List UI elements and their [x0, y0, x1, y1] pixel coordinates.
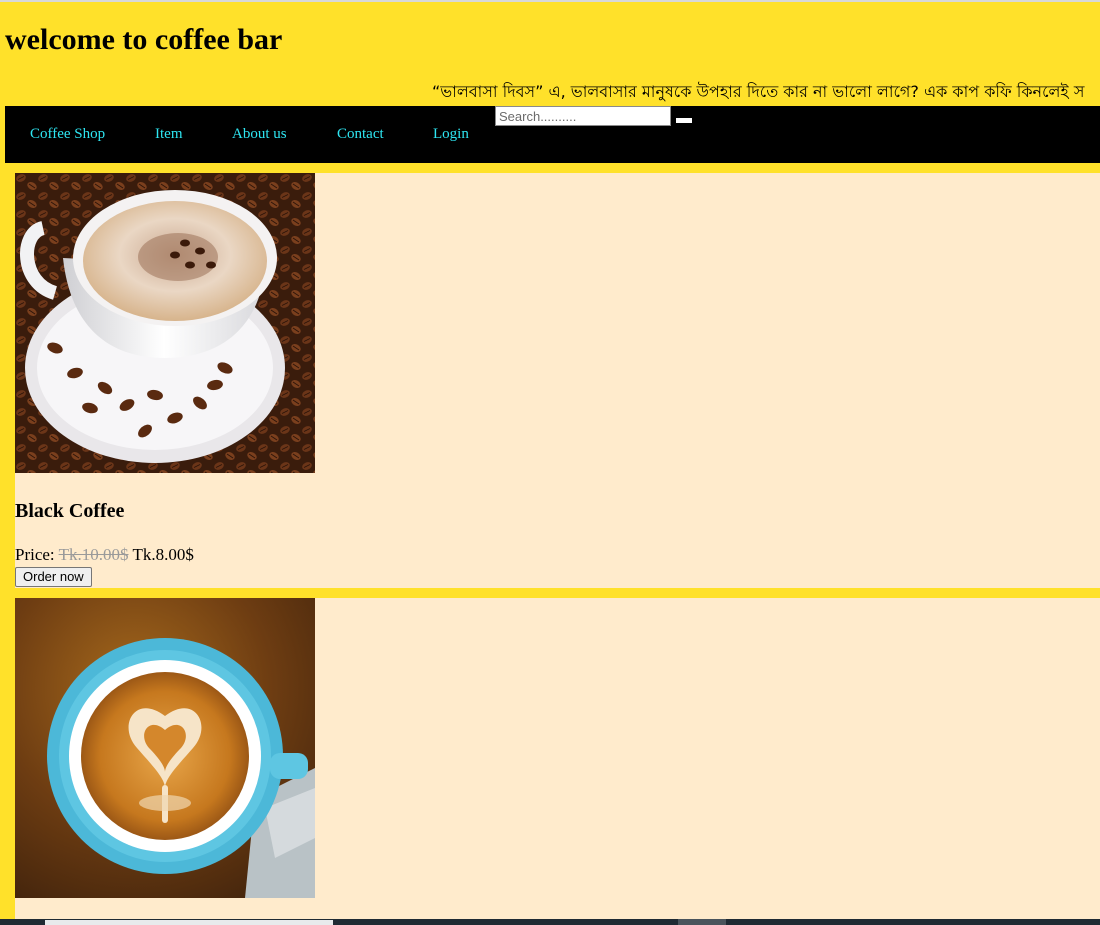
- new-price: Tk.8.00$: [132, 545, 194, 564]
- taskbar-item[interactable]: [678, 919, 726, 925]
- nav-link-contact[interactable]: Contact: [337, 125, 384, 143]
- price-label: Price:: [15, 545, 55, 564]
- site-title: welcome to coffee bar: [5, 23, 283, 56]
- price-line: Price: Tk.10.00$ Tk.8.00$: [15, 545, 194, 565]
- product-card: Black Coffee Price: Tk.10.00$ Tk.8.00$ O…: [15, 173, 1100, 588]
- browser-top-border: [0, 0, 1100, 2]
- latte-cup-picture: [15, 598, 315, 898]
- black-coffee-image: [15, 173, 315, 473]
- nav-link-item[interactable]: Item: [155, 125, 183, 143]
- search-input[interactable]: [495, 106, 671, 126]
- nav-link-coffee-shop[interactable]: Coffee Shop: [30, 125, 105, 143]
- announcement-marquee: “ভালবাসা দিবস” এ, ভালবাসার মানুষকে উপহার…: [432, 82, 1085, 101]
- taskbar-window-tab[interactable]: [45, 920, 333, 925]
- coffee-cup-beans-picture: [15, 173, 315, 473]
- search-button[interactable]: [676, 118, 692, 123]
- product-card: [15, 598, 1100, 925]
- product-name: Black Coffee: [15, 500, 125, 522]
- latte-art-coffee-image: [15, 598, 315, 898]
- old-price: Tk.10.00$: [58, 545, 129, 564]
- nav-link-about-us[interactable]: About us: [232, 125, 287, 143]
- order-now-button[interactable]: Order now: [15, 567, 92, 587]
- main-navbar: Coffee Shop Item About us Contact Login: [5, 106, 1100, 163]
- nav-link-login[interactable]: Login: [433, 125, 469, 143]
